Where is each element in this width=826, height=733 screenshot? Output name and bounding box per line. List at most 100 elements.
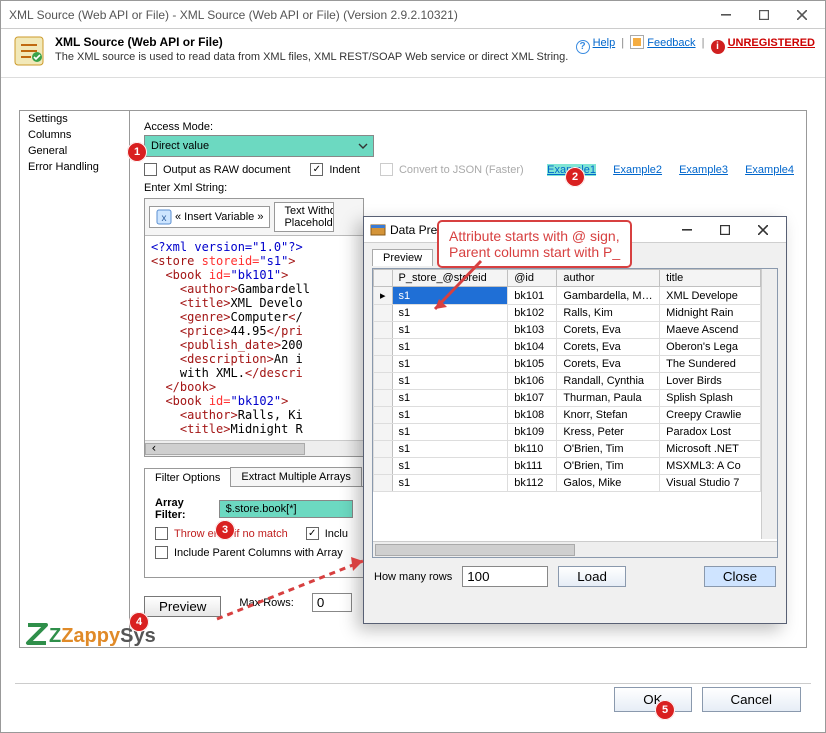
- cell[interactable]: Kress, Peter: [557, 424, 660, 441]
- enter-xml-label: Enter Xml String:: [144, 182, 794, 194]
- cell[interactable]: XML Develope: [660, 287, 761, 305]
- modal-close[interactable]: [744, 219, 782, 241]
- cell[interactable]: Corets, Eva: [557, 322, 660, 339]
- table-row[interactable]: s1bk104Corets, EvaOberon's Lega: [374, 339, 761, 356]
- row-header: [374, 475, 393, 492]
- cell[interactable]: Maeve Ascend: [660, 322, 761, 339]
- table-row[interactable]: s1bk111O'Brien, TimMSXML3: A Co: [374, 458, 761, 475]
- throw-error-checkbox[interactable]: [155, 527, 168, 540]
- cell[interactable]: s1: [392, 322, 508, 339]
- column-header[interactable]: author: [557, 270, 660, 287]
- example3-link[interactable]: Example3: [679, 164, 728, 176]
- modal-minimize[interactable]: [668, 219, 706, 241]
- nav-item-settings[interactable]: Settings: [20, 111, 129, 127]
- cell[interactable]: Thurman, Paula: [557, 390, 660, 407]
- nav-item-error-handling[interactable]: Error Handling: [20, 159, 129, 175]
- close-button[interactable]: [783, 4, 821, 26]
- modal-tab-preview[interactable]: Preview: [372, 249, 433, 266]
- unregistered-link[interactable]: UNREGISTERED: [728, 37, 815, 49]
- cell[interactable]: s1: [392, 339, 508, 356]
- cell[interactable]: bk110: [508, 441, 557, 458]
- feedback-link[interactable]: Feedback: [647, 37, 695, 49]
- cell[interactable]: s1: [392, 390, 508, 407]
- cell[interactable]: s1: [392, 475, 508, 492]
- minimize-button[interactable]: [707, 4, 745, 26]
- cell[interactable]: bk109: [508, 424, 557, 441]
- cell[interactable]: Paradox Lost: [660, 424, 761, 441]
- cell[interactable]: Corets, Eva: [557, 339, 660, 356]
- table-row[interactable]: s1bk112Galos, MikeVisual Studio 7: [374, 475, 761, 492]
- grid-scrollbar-x[interactable]: [373, 541, 777, 557]
- cell[interactable]: MSXML3: A Co: [660, 458, 761, 475]
- array-filter-input[interactable]: $.store.book[*]: [219, 500, 353, 518]
- column-header[interactable]: @id: [508, 270, 557, 287]
- cell[interactable]: O'Brien, Tim: [557, 441, 660, 458]
- cell[interactable]: bk104: [508, 339, 557, 356]
- table-row[interactable]: s1bk109Kress, PeterParadox Lost: [374, 424, 761, 441]
- row-header: [374, 407, 393, 424]
- xml-text-area[interactable]: <?xml version="1.0"?><store storeid="s1"…: [145, 236, 363, 456]
- example4-link[interactable]: Example4: [745, 164, 794, 176]
- cell[interactable]: Knorr, Stefan: [557, 407, 660, 424]
- table-row[interactable]: s1bk107Thurman, PaulaSplish Splash: [374, 390, 761, 407]
- table-row[interactable]: s1bk103Corets, EvaMaeve Ascend: [374, 322, 761, 339]
- cell[interactable]: Oberon's Lega: [660, 339, 761, 356]
- how-many-input[interactable]: [462, 566, 548, 587]
- text-placeholders-button[interactable]: @ Text Without Placeholders: [274, 202, 334, 232]
- nav-pane: Settings Columns General Error Handling: [19, 110, 129, 648]
- column-header[interactable]: title: [660, 270, 761, 287]
- cell[interactable]: Corets, Eva: [557, 356, 660, 373]
- cell[interactable]: s1: [392, 441, 508, 458]
- cell[interactable]: bk108: [508, 407, 557, 424]
- grid-scrollbar-y[interactable]: [761, 269, 777, 539]
- cell[interactable]: bk111: [508, 458, 557, 475]
- include-parent-checkbox[interactable]: [155, 546, 168, 559]
- access-mode-dropdown[interactable]: Direct value: [144, 135, 374, 157]
- cell[interactable]: s1: [392, 356, 508, 373]
- cell[interactable]: Galos, Mike: [557, 475, 660, 492]
- cell[interactable]: Splish Splash: [660, 390, 761, 407]
- cell[interactable]: bk102: [508, 305, 557, 322]
- cell[interactable]: bk101: [508, 287, 557, 305]
- close-preview-button[interactable]: Close: [704, 566, 776, 587]
- table-row[interactable]: s1bk108Knorr, StefanCreepy Crawlie: [374, 407, 761, 424]
- cell[interactable]: Creepy Crawlie: [660, 407, 761, 424]
- cell[interactable]: Gambardella, Mat...: [557, 287, 660, 305]
- tab-extract-arrays[interactable]: Extract Multiple Arrays: [230, 467, 361, 486]
- load-button[interactable]: Load: [558, 566, 626, 587]
- cell[interactable]: bk103: [508, 322, 557, 339]
- cell[interactable]: Microsoft .NET: [660, 441, 761, 458]
- cell[interactable]: The Sundered: [660, 356, 761, 373]
- cell[interactable]: Visual Studio 7: [660, 475, 761, 492]
- nav-item-columns[interactable]: Columns: [20, 127, 129, 143]
- cell[interactable]: s1: [392, 424, 508, 441]
- include-checkbox[interactable]: [306, 527, 319, 540]
- cell[interactable]: O'Brien, Tim: [557, 458, 660, 475]
- cell[interactable]: s1: [392, 373, 508, 390]
- tab-filter-options[interactable]: Filter Options: [144, 468, 231, 487]
- table-row[interactable]: s1bk105Corets, EvaThe Sundered: [374, 356, 761, 373]
- cell[interactable]: Ralls, Kim: [557, 305, 660, 322]
- insert-variable-button[interactable]: x « Insert Variable »: [149, 206, 270, 228]
- nav-item-general[interactable]: General: [20, 143, 129, 159]
- output-raw-checkbox[interactable]: [144, 163, 157, 176]
- cell[interactable]: s1: [392, 407, 508, 424]
- example2-link[interactable]: Example2: [613, 164, 662, 176]
- maximize-button[interactable]: [745, 4, 783, 26]
- cell[interactable]: Randall, Cynthia: [557, 373, 660, 390]
- cell[interactable]: bk105: [508, 356, 557, 373]
- help-link[interactable]: Help: [593, 37, 616, 49]
- cancel-button[interactable]: Cancel: [702, 687, 802, 712]
- modal-maximize[interactable]: [706, 219, 744, 241]
- cell[interactable]: bk112: [508, 475, 557, 492]
- cell[interactable]: bk107: [508, 390, 557, 407]
- cell[interactable]: Lover Birds: [660, 373, 761, 390]
- cell[interactable]: bk106: [508, 373, 557, 390]
- table-row[interactable]: s1bk106Randall, CynthiaLover Birds: [374, 373, 761, 390]
- table-row[interactable]: s1bk110O'Brien, TimMicrosoft .NET: [374, 441, 761, 458]
- preview-button[interactable]: Preview: [144, 596, 221, 617]
- cell[interactable]: Midnight Rain: [660, 305, 761, 322]
- ok-button[interactable]: OK: [614, 687, 691, 712]
- cell[interactable]: s1: [392, 458, 508, 475]
- indent-checkbox[interactable]: [310, 163, 323, 176]
